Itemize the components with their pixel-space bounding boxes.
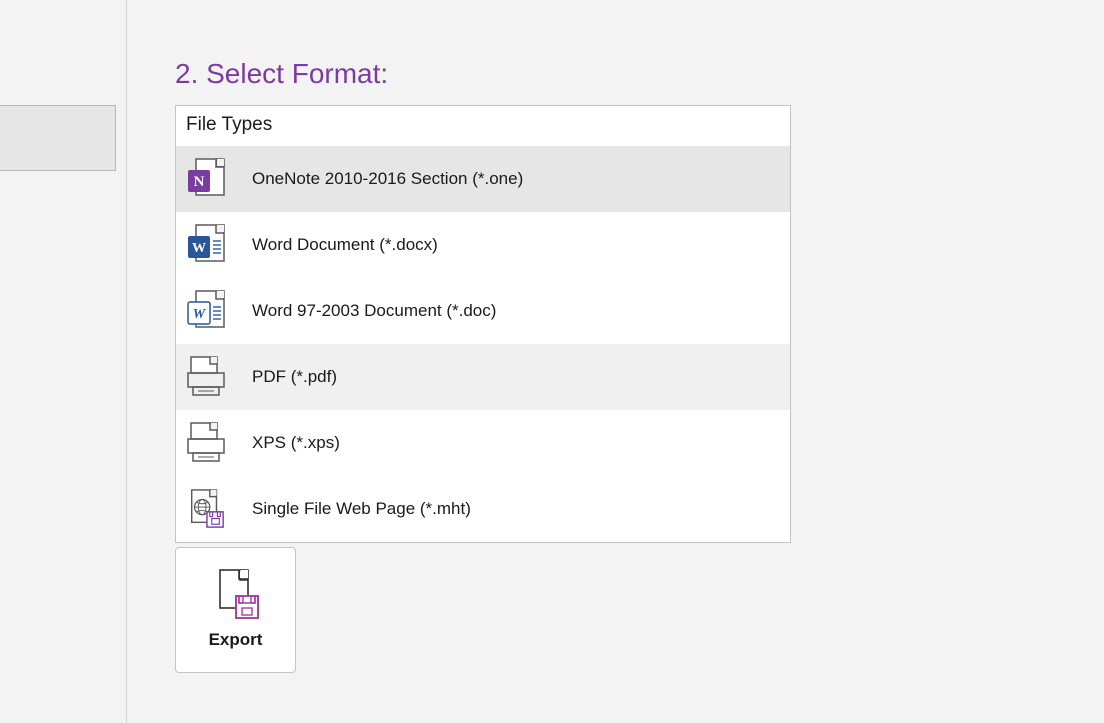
file-type-item-docx[interactable]: W Word Document (*.docx) xyxy=(176,212,790,278)
file-type-item-onenote[interactable]: N OneNote 2010-2016 Section (*.one) xyxy=(176,146,790,212)
file-type-label: PDF (*.pdf) xyxy=(252,367,337,387)
export-button-label: Export xyxy=(209,630,263,650)
file-type-label: Single File Web Page (*.mht) xyxy=(252,499,471,519)
export-icon xyxy=(212,570,260,618)
svg-text:W: W xyxy=(193,307,207,322)
mht-icon xyxy=(186,489,226,529)
word-legacy-icon: W xyxy=(186,291,226,331)
file-type-label: OneNote 2010-2016 Section (*.one) xyxy=(252,169,523,189)
onenote-icon: N xyxy=(186,159,226,199)
export-button[interactable]: Export xyxy=(175,547,296,673)
file-type-label: Word Document (*.docx) xyxy=(252,235,438,255)
file-type-label: Word 97-2003 Document (*.doc) xyxy=(252,301,496,321)
vertical-divider xyxy=(126,0,127,723)
file-type-label: XPS (*.xps) xyxy=(252,433,340,453)
xps-icon xyxy=(186,423,226,463)
file-type-item-doc[interactable]: W Word 97-2003 Document (*.doc) xyxy=(176,278,790,344)
svg-text:W: W xyxy=(192,241,206,256)
file-type-item-xps[interactable]: XPS (*.xps) xyxy=(176,410,790,476)
svg-text:N: N xyxy=(194,174,205,190)
left-panel-tab[interactable] xyxy=(0,105,116,171)
pdf-icon xyxy=(186,357,226,397)
file-type-item-mht[interactable]: Single File Web Page (*.mht) xyxy=(176,476,790,542)
file-type-item-pdf[interactable]: PDF (*.pdf) xyxy=(176,344,790,410)
file-types-header: File Types xyxy=(176,106,790,146)
section-title: 2. Select Format: xyxy=(175,58,388,90)
file-types-box: File Types N OneNote 2010-2016 Section (… xyxy=(175,105,791,543)
word-icon: W xyxy=(186,225,226,265)
